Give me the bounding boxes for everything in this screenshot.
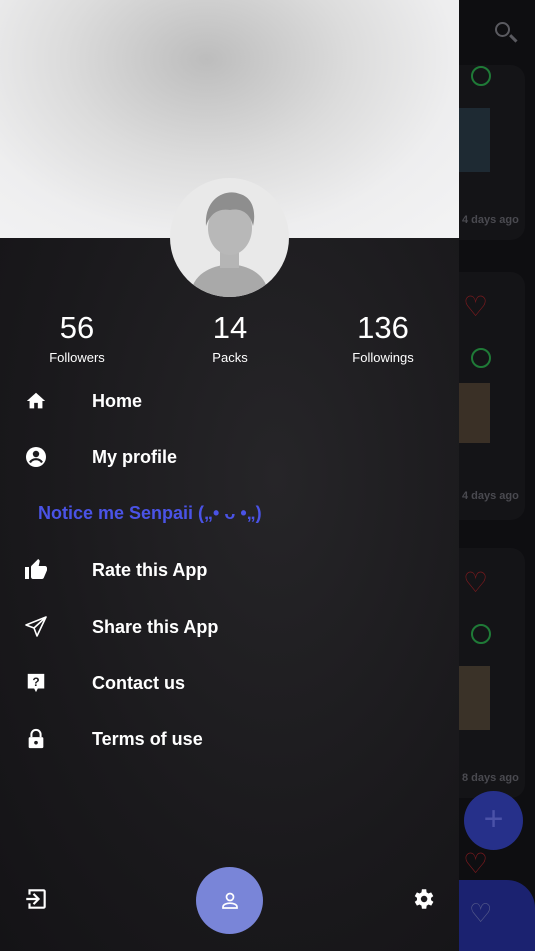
menu-item-share-app[interactable]: Share this App — [0, 607, 459, 647]
whatsapp-icon[interactable] — [471, 624, 491, 644]
avatar[interactable] — [170, 178, 289, 297]
settings-icon[interactable] — [410, 886, 436, 912]
heart-outline-icon: ♡ — [469, 898, 493, 928]
followings-count: 136 — [357, 310, 409, 345]
home-icon — [24, 389, 48, 413]
timestamp: 8 days ago — [462, 772, 519, 784]
lock-icon — [24, 727, 48, 751]
whatsapp-icon[interactable] — [471, 348, 491, 368]
heart-icon[interactable]: ♡ — [463, 293, 488, 321]
account-circle-icon — [24, 445, 48, 469]
packs-count: 14 — [212, 310, 248, 345]
heart-icon[interactable]: ♡ — [463, 569, 488, 597]
menu-item-label: Share this App — [92, 616, 219, 637]
logout-icon[interactable] — [23, 886, 49, 912]
timestamp: 4 days ago — [462, 214, 519, 226]
followers-stat[interactable]: 56 Followers — [17, 310, 137, 365]
followings-stat[interactable]: 136 Followings — [323, 310, 443, 365]
followings-label: Followings — [352, 350, 414, 365]
menu-item-my-profile[interactable]: My profile — [0, 437, 459, 477]
help-icon: ? — [24, 671, 48, 695]
menu-item-contact-us[interactable]: ? Contact us — [0, 663, 459, 703]
followers-count: 56 — [59, 310, 95, 345]
thumb-up-icon — [24, 558, 48, 582]
sticker-thumbnail — [459, 383, 490, 443]
svg-text:?: ? — [32, 675, 39, 689]
menu-item-label: Terms of use — [92, 728, 203, 749]
menu-item-label: Home — [92, 390, 143, 411]
favorites-nav[interactable]: ♡ — [459, 880, 535, 951]
whatsapp-icon[interactable] — [471, 66, 491, 86]
profile-button[interactable] — [196, 867, 263, 934]
notice-link[interactable]: Notice me Senpaii („• ᴗ •„) — [38, 503, 262, 524]
packs-label: Packs — [212, 350, 248, 365]
packs-stat[interactable]: 14 Packs — [170, 310, 290, 365]
menu-item-label: Contact us — [92, 672, 186, 693]
timestamp: 4 days ago — [462, 490, 519, 502]
sticker-thumbnail — [459, 666, 490, 730]
followers-label: Followers — [49, 350, 105, 365]
heart-icon[interactable]: ♡ — [463, 850, 488, 878]
default-avatar-icon — [190, 192, 269, 297]
menu-item-rate-app[interactable]: Rate this App — [0, 550, 459, 590]
add-button[interactable]: + — [464, 791, 523, 850]
menu-item-label: Rate this App — [92, 559, 208, 580]
send-icon — [24, 615, 48, 639]
navigation-drawer: 56 Followers 14 Packs 136 Followings Hom… — [0, 0, 459, 951]
menu-item-home[interactable]: Home — [0, 381, 459, 421]
menu-item-terms[interactable]: Terms of use — [0, 719, 459, 759]
person-icon — [221, 892, 238, 909]
menu-item-label: My profile — [92, 446, 178, 467]
search-icon[interactable] — [495, 22, 510, 37]
sticker-thumbnail — [459, 108, 490, 172]
